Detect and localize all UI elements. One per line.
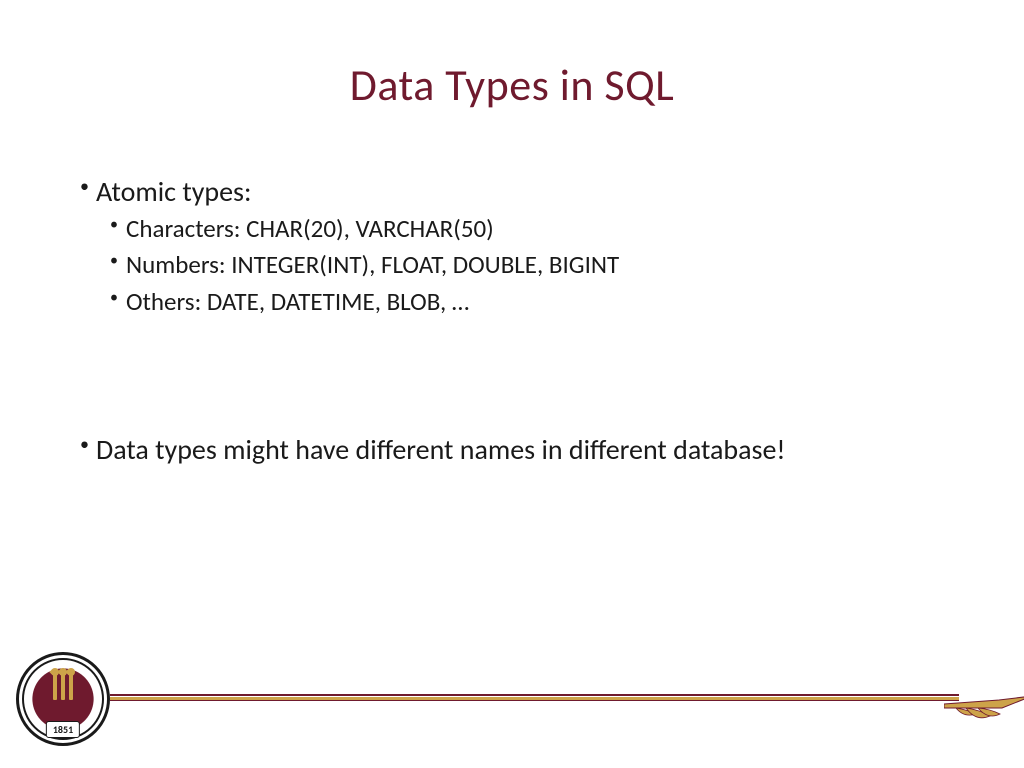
bullet-list: Atomic types: Characters: CHAR(20), VARC… <box>80 172 964 320</box>
spear-head-icon <box>944 676 1024 726</box>
bullet-numbers: Numbers: INTEGER(INT), FLOAT, DOUBLE, BI… <box>110 247 964 283</box>
slide-footer: 1851 <box>0 648 1024 748</box>
bullet-characters: Characters: CHAR(20), VARCHAR(50) <box>110 211 964 247</box>
seal-year: 1851 <box>46 721 80 738</box>
bullet-note: Data types might have different names in… <box>80 430 964 469</box>
bullet-list-note: Data types might have different names in… <box>80 430 964 469</box>
bullet-atomic-types: Atomic types: <box>80 172 964 211</box>
slide-title: Data Types in SQL <box>0 0 1024 132</box>
divider-spear-line <box>110 694 959 700</box>
slide-content: Atomic types: Characters: CHAR(20), VARC… <box>0 132 1024 469</box>
university-seal-icon: 1851 <box>16 652 110 746</box>
bullet-others: Others: DATE, DATETIME, BLOB, … <box>110 284 964 320</box>
